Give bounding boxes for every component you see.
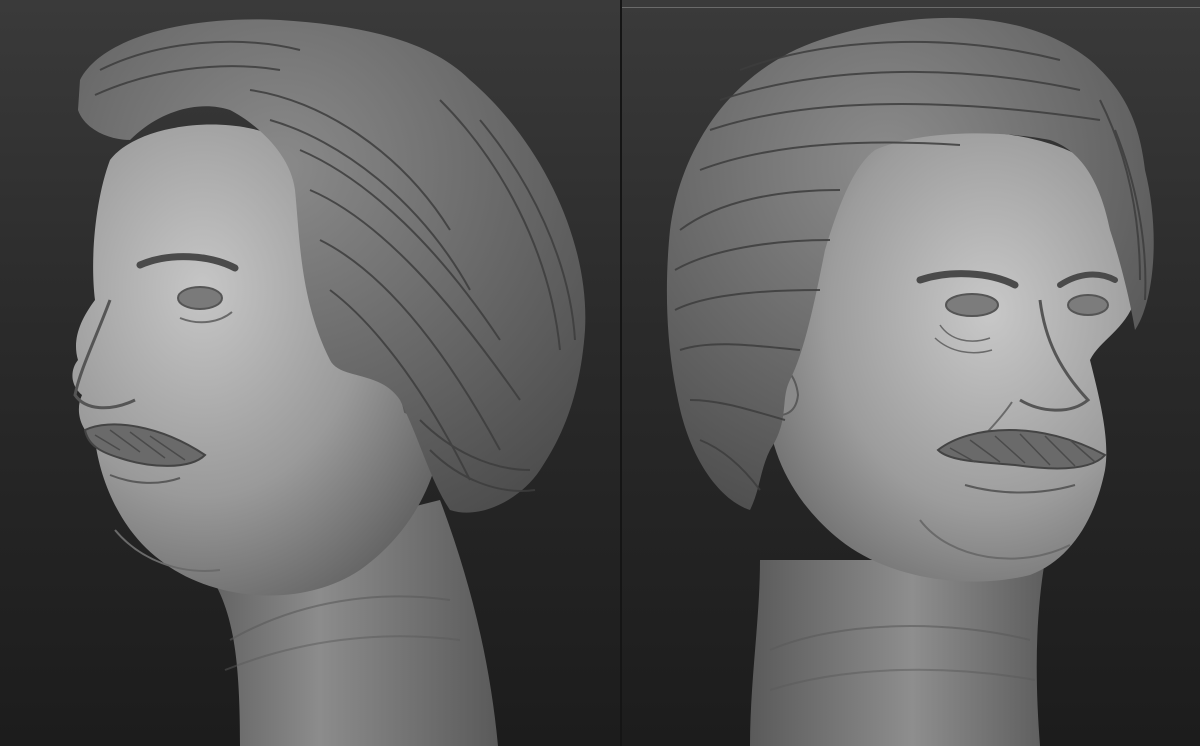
right-head-render (666, 17, 1154, 746)
right-neck (750, 560, 1045, 746)
left-head-render (72, 19, 586, 746)
left-view-pane[interactable] (0, 0, 620, 746)
right-view-pane[interactable] (620, 0, 1200, 746)
sculpt-viewport[interactable] (0, 0, 1200, 746)
